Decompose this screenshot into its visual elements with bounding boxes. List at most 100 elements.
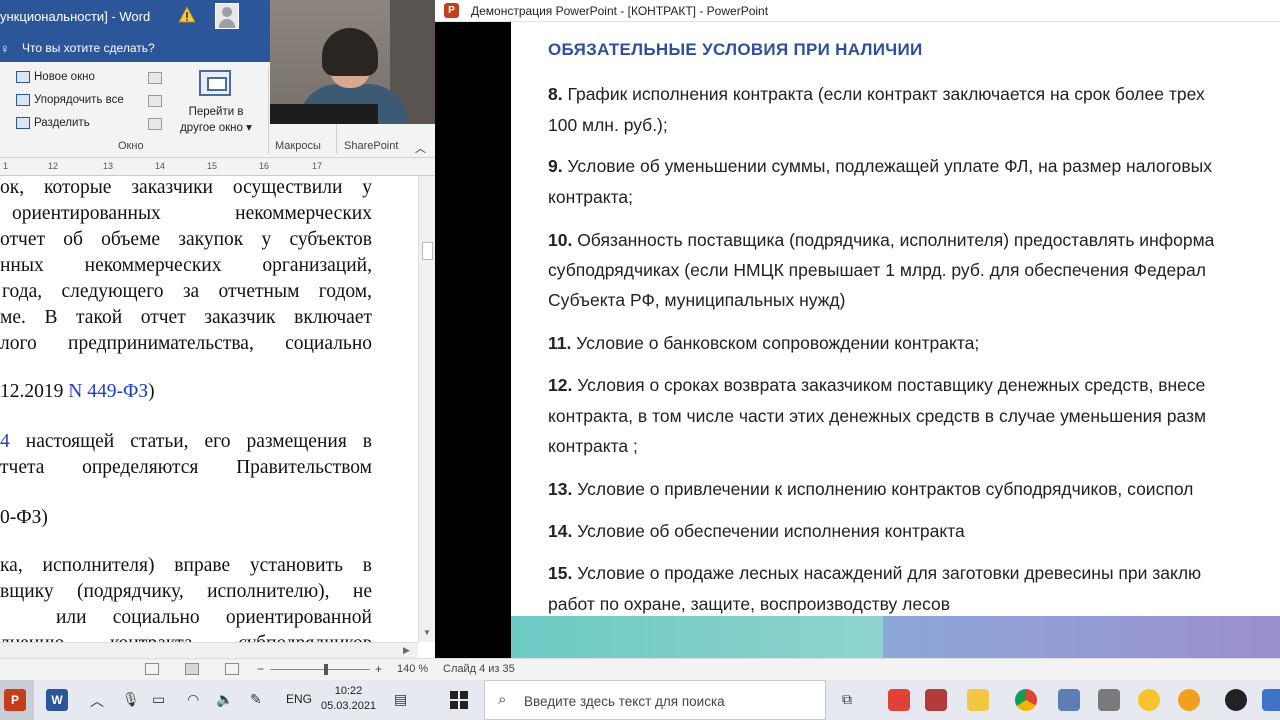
slide-line: контракта ; xyxy=(548,436,638,456)
doc-line: ок, которые заказчики осуществили у xyxy=(0,177,372,198)
new-window-button[interactable]: Новое окно xyxy=(16,71,95,83)
wifi-icon[interactable]: ◠ xyxy=(187,691,199,708)
document-body[interactable]: ок, которые заказчики осуществили у орие… xyxy=(0,176,418,642)
slide-line: контракта; xyxy=(548,187,633,207)
ruler-tick: 14 xyxy=(155,161,166,171)
ruler-tick: 16 xyxy=(259,161,270,171)
ruler-tick: 17 xyxy=(312,161,323,171)
word-taskbar-icon[interactable]: W xyxy=(46,689,68,711)
pen-icon[interactable]: ✎ xyxy=(250,691,262,708)
group-macros-label[interactable]: Макросы xyxy=(275,140,321,152)
microphone-icon[interactable]: 🎙 xyxy=(122,691,140,708)
slide-line: 14. Условие об обеспечении исполнения ко… xyxy=(548,521,965,541)
new-window-icon xyxy=(16,71,30,83)
ppt-window-title: Демонстрация PowerPoint - [КОНТРАКТ] - P… xyxy=(471,4,769,18)
slide-canvas[interactable]: ОБЯЗАТЕЛЬНЫЕ УСЛОВИЯ ПРИ НАЛИЧИИ 8. Граф… xyxy=(511,22,1280,658)
vertical-scrollbar[interactable]: ▼ xyxy=(418,176,435,642)
web-layout-icon[interactable] xyxy=(225,663,239,675)
status-bar: − + 140 % Слайд 4 из 35 xyxy=(0,658,1280,680)
arrange-all-icon xyxy=(16,94,30,106)
word-window-title: ункциональности] - Word xyxy=(0,9,151,24)
split-button[interactable]: Разделить xyxy=(16,117,90,129)
language-indicator[interactable]: ENG xyxy=(286,692,312,706)
slide-line: 100 млн. руб.); xyxy=(548,115,668,135)
laptop-shape xyxy=(270,104,378,124)
scroll-right-icon[interactable]: ▶ xyxy=(403,645,410,656)
ppt-title-bar: P Демонстрация PowerPoint - [КОНТРАКТ] -… xyxy=(435,0,1280,22)
task-view-icon[interactable]: ⧉ xyxy=(842,691,852,708)
doc-line: ме. В такой отчет заказчик включает xyxy=(0,307,372,328)
group-window-label: Окно xyxy=(118,140,144,152)
slide-line: 8. График исполнения контракта (если кон… xyxy=(548,84,1205,104)
powerpoint-taskbar-icon[interactable]: P xyxy=(4,689,26,711)
horizontal-ruler[interactable]: 1 12 13 14 15 16 17 xyxy=(0,158,435,176)
group-sharepoint-label[interactable]: SharePoint xyxy=(344,140,398,152)
zoom-in-icon[interactable]: + xyxy=(375,662,382,676)
app-icon[interactable] xyxy=(1262,689,1280,711)
ruler-tick: 1 xyxy=(3,161,9,171)
doc-line: или социально ориентированной xyxy=(56,607,372,628)
slide-line: работ по охране, защите, воспроизводству… xyxy=(548,594,951,614)
media-app-icon[interactable] xyxy=(1225,689,1247,711)
print-layout-icon[interactable] xyxy=(185,663,199,675)
webcam-video-overlay xyxy=(270,0,435,124)
switch-windows-button[interactable]: Перейти в другое окно ▾ xyxy=(174,104,258,136)
zoom-slider[interactable] xyxy=(270,669,370,670)
tell-me-input[interactable]: Что вы хотите сделать? xyxy=(22,41,155,55)
account-avatar-icon[interactable] xyxy=(215,3,239,29)
side-by-side-icon[interactable] xyxy=(148,72,162,84)
scroll-down-icon[interactable]: ▼ xyxy=(423,628,431,637)
1c-secondary-icon[interactable] xyxy=(1178,689,1200,711)
slide-footer-band-violet xyxy=(883,616,1280,658)
new-window-label: Новое окно xyxy=(34,71,95,83)
doc-line: нных некоммерческих организаций, xyxy=(0,255,372,276)
zoom-level[interactable]: 140 % xyxy=(397,663,428,675)
collapse-ribbon-icon[interactable]: ︿ xyxy=(415,140,426,156)
volume-icon[interactable]: 🔈 xyxy=(216,691,233,708)
split-label: Разделить xyxy=(34,117,90,129)
notifications-icon[interactable]: ▤ xyxy=(394,691,407,708)
horizontal-scrollbar[interactable]: ▶ xyxy=(0,642,418,658)
slide-heading: ОБЯЗАТЕЛЬНЫЕ УСЛОВИЯ ПРИ НАЛИЧИИ xyxy=(548,40,923,59)
network-app-icon[interactable] xyxy=(1058,689,1080,711)
read-mode-icon[interactable] xyxy=(145,663,159,675)
ruler-tick: 13 xyxy=(103,161,114,171)
article-link[interactable]: 4 xyxy=(0,431,10,452)
doc-line: лнению контракта субподрядчиков xyxy=(0,633,372,642)
powerpoint-logo-icon: P xyxy=(444,3,459,18)
slide-line: 10. Обязанность поставщика (подрядчика, … xyxy=(548,230,1215,250)
anydesk-icon[interactable] xyxy=(888,689,910,711)
search-placeholder: Введите здесь текст для поиска xyxy=(524,694,725,709)
ribbon-separator xyxy=(268,68,269,154)
zoom-slider-thumb[interactable] xyxy=(324,664,328,675)
slide-line: 11. Условие о банковском сопровождении к… xyxy=(548,333,980,353)
slide-counter: Слайд 4 из 35 xyxy=(443,663,515,675)
doc-line: вщику (подрядчику, исполнителю), не xyxy=(0,581,372,602)
presenter-hair xyxy=(322,28,378,76)
reset-position-icon[interactable] xyxy=(148,118,162,130)
show-hidden-icons-icon[interactable]: ︿ xyxy=(90,691,104,711)
zoom-out-icon[interactable]: − xyxy=(257,662,264,676)
file-explorer-icon[interactable] xyxy=(967,689,989,711)
sync-scroll-icon[interactable] xyxy=(148,95,162,107)
taskbar-search-box[interactable]: ⌕ Введите здесь текст для поиска xyxy=(484,680,826,720)
chrome-icon[interactable] xyxy=(1015,689,1037,711)
warning-icon[interactable] xyxy=(178,6,196,24)
slide-line: 12. Условия о сроках возврата заказчиком… xyxy=(548,375,1206,395)
lightbulb-icon: ♀ xyxy=(0,41,10,56)
calculator-icon[interactable] xyxy=(1098,689,1120,711)
law-link[interactable]: N 449-ФЗ xyxy=(68,381,148,402)
arrange-all-label: Упорядочить все xyxy=(34,94,124,106)
clock[interactable]: 10:22 05.03.2021 xyxy=(321,684,376,714)
1c-icon[interactable] xyxy=(1138,689,1160,711)
adobe-acrobat-icon[interactable] xyxy=(925,689,947,711)
switch-windows-label-2: другое окно ▾ xyxy=(180,122,252,134)
arrange-all-button[interactable]: Упорядочить все xyxy=(16,94,124,106)
windows-start-icon[interactable] xyxy=(450,691,468,709)
battery-icon[interactable]: ▭ xyxy=(152,691,165,708)
switch-windows-icon[interactable] xyxy=(199,70,231,96)
scroll-thumb[interactable] xyxy=(422,242,433,260)
word-window: ункциональности] - Word ♀ Что вы хотите … xyxy=(0,0,435,680)
taskbar: P W ︿ 🎙 ▭ ◠ 🔈 ✎ ENG 10:22 05.03.2021 ▤ ⌕… xyxy=(0,680,1280,720)
doc-line: 12.2019 N 449-ФЗ) xyxy=(0,381,155,402)
